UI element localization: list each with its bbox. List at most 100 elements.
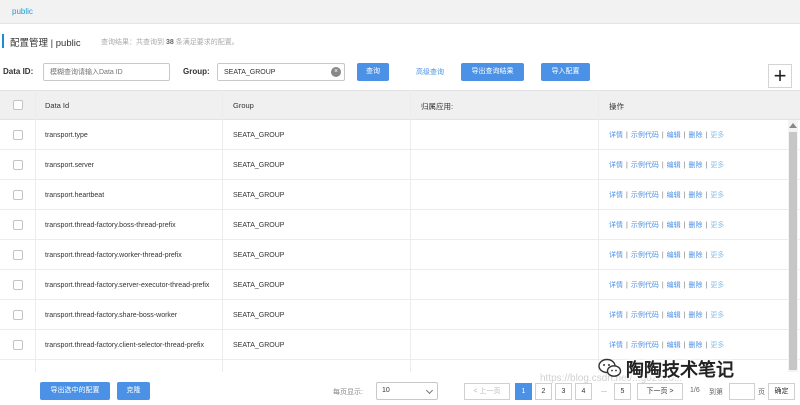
edit-link[interactable]: 编辑 [667, 192, 681, 199]
detail-link[interactable]: 详情 [609, 222, 623, 229]
scroll-up-icon[interactable] [789, 123, 797, 128]
more-link[interactable]: 更多 [710, 342, 724, 349]
edit-link[interactable]: 编辑 [667, 162, 681, 169]
edit-link[interactable]: 编辑 [667, 132, 681, 139]
sample-code-link[interactable]: 示例代码 [631, 192, 659, 199]
sample-code-link[interactable]: 示例代码 [631, 342, 659, 349]
namespace-tabbar: public [0, 0, 800, 24]
select-all-checkbox[interactable] [13, 100, 23, 110]
row-checkbox[interactable] [13, 190, 23, 200]
cell-data-id: transport.thread-factory.boss-thread-pre… [45, 222, 176, 229]
edit-link[interactable]: 编辑 [667, 222, 681, 229]
filter-bar: Data ID: Group: × 查询 高级查询 导出查询结果 导入配置 [0, 62, 800, 82]
page-button-2[interactable]: 2 [535, 383, 552, 400]
more-link[interactable]: 更多 [710, 252, 724, 259]
row-checkbox[interactable] [13, 340, 23, 350]
action-separator: | [626, 342, 628, 349]
hint-prefix: 查询结果：共查询到 [101, 39, 164, 46]
row-checkbox[interactable] [13, 280, 23, 290]
next-page-button[interactable]: 下一页 > [637, 383, 683, 400]
row-checkbox[interactable] [13, 310, 23, 320]
clear-icon[interactable]: × [331, 67, 341, 77]
delete-link[interactable]: 删除 [688, 312, 702, 319]
delete-link[interactable]: 删除 [688, 162, 702, 169]
action-separator: | [705, 312, 708, 319]
goto-page-label: 到第 [709, 389, 723, 396]
data-id-input[interactable] [43, 63, 170, 81]
page-button-4[interactable]: 4 [575, 383, 592, 400]
sample-code-link[interactable]: 示例代码 [631, 222, 659, 229]
delete-link[interactable]: 删除 [688, 222, 702, 229]
action-separator: | [683, 192, 686, 199]
sample-code-link[interactable]: 示例代码 [631, 132, 659, 139]
page-button-1[interactable]: 1 [515, 383, 532, 400]
more-link[interactable]: 更多 [710, 132, 724, 139]
action-separator: | [683, 162, 686, 169]
edit-link[interactable]: 编辑 [667, 252, 681, 259]
wechat-icon [598, 358, 622, 377]
detail-link[interactable]: 详情 [609, 192, 623, 199]
detail-link[interactable]: 详情 [609, 282, 623, 289]
column-header-app: 归属应用: [421, 102, 454, 111]
sample-code-link[interactable]: 示例代码 [631, 162, 659, 169]
delete-link[interactable]: 删除 [688, 192, 702, 199]
action-separator: | [683, 342, 686, 349]
delete-link[interactable]: 删除 [688, 282, 702, 289]
query-button[interactable]: 查询 [357, 63, 389, 81]
action-separator: | [683, 132, 686, 139]
sample-code-link[interactable]: 示例代码 [631, 252, 659, 259]
more-link[interactable]: 更多 [710, 162, 724, 169]
sample-code-link[interactable]: 示例代码 [631, 312, 659, 319]
cell-group: SEATA_GROUP [233, 192, 285, 199]
row-checkbox[interactable] [13, 220, 23, 230]
page-button-last[interactable]: 5 [614, 383, 631, 400]
detail-link[interactable]: 详情 [609, 162, 623, 169]
delete-link[interactable]: 删除 [688, 342, 702, 349]
more-link[interactable]: 更多 [710, 222, 724, 229]
goto-confirm-button[interactable]: 确定 [768, 383, 795, 400]
page-button-3[interactable]: 3 [555, 383, 572, 400]
export-query-button[interactable]: 导出查询结果 [461, 63, 524, 81]
detail-link[interactable]: 详情 [609, 312, 623, 319]
row-checkbox[interactable] [13, 250, 23, 260]
action-separator: | [661, 192, 664, 199]
delete-link[interactable]: 删除 [688, 132, 702, 139]
group-input[interactable] [217, 63, 345, 81]
page-size-select[interactable]: 10 [376, 382, 438, 400]
column-header-group: Group [233, 101, 254, 110]
action-separator: | [626, 222, 628, 229]
action-separator: | [683, 312, 686, 319]
row-checkbox[interactable] [13, 160, 23, 170]
action-separator: | [661, 312, 664, 319]
add-config-button[interactable]: + [768, 64, 792, 88]
cell-group: SEATA_GROUP [233, 282, 285, 289]
import-config-button[interactable]: 导入配置 [541, 63, 590, 81]
column-header-data-id: Data Id [45, 101, 70, 110]
row-checkbox[interactable] [13, 130, 23, 140]
edit-link[interactable]: 编辑 [667, 342, 681, 349]
table-row: transport.thread-factory.boss-thread-pre… [0, 210, 800, 240]
advanced-query-link[interactable]: 高级查询 [416, 67, 444, 77]
detail-link[interactable]: 详情 [609, 132, 623, 139]
edit-link[interactable]: 编辑 [667, 312, 681, 319]
cell-group: SEATA_GROUP [233, 252, 285, 259]
detail-link[interactable]: 详情 [609, 252, 623, 259]
clone-button[interactable]: 克隆 [117, 382, 150, 400]
more-link[interactable]: 更多 [710, 192, 724, 199]
detail-link[interactable]: 详情 [609, 342, 623, 349]
table-scrollbar[interactable] [788, 120, 798, 372]
action-separator: | [626, 132, 628, 139]
goto-page-input[interactable] [729, 383, 755, 400]
edit-link[interactable]: 编辑 [667, 282, 681, 289]
row-actions: 详情 | 示例代码 | 编辑 | 删除 | 更多 [609, 220, 724, 230]
sample-code-link[interactable]: 示例代码 [631, 282, 659, 289]
scroll-thumb[interactable] [789, 132, 797, 370]
export-selected-button[interactable]: 导出选中的配置 [40, 382, 110, 400]
action-separator: | [661, 162, 664, 169]
namespace-tab-public[interactable]: public [12, 7, 33, 16]
delete-link[interactable]: 删除 [688, 252, 702, 259]
more-link[interactable]: 更多 [710, 282, 724, 289]
more-link[interactable]: 更多 [710, 312, 724, 319]
prev-page-button[interactable]: < 上一页 [464, 383, 510, 400]
cell-data-id: transport.thread-factory.worker-thread-p… [45, 252, 182, 259]
